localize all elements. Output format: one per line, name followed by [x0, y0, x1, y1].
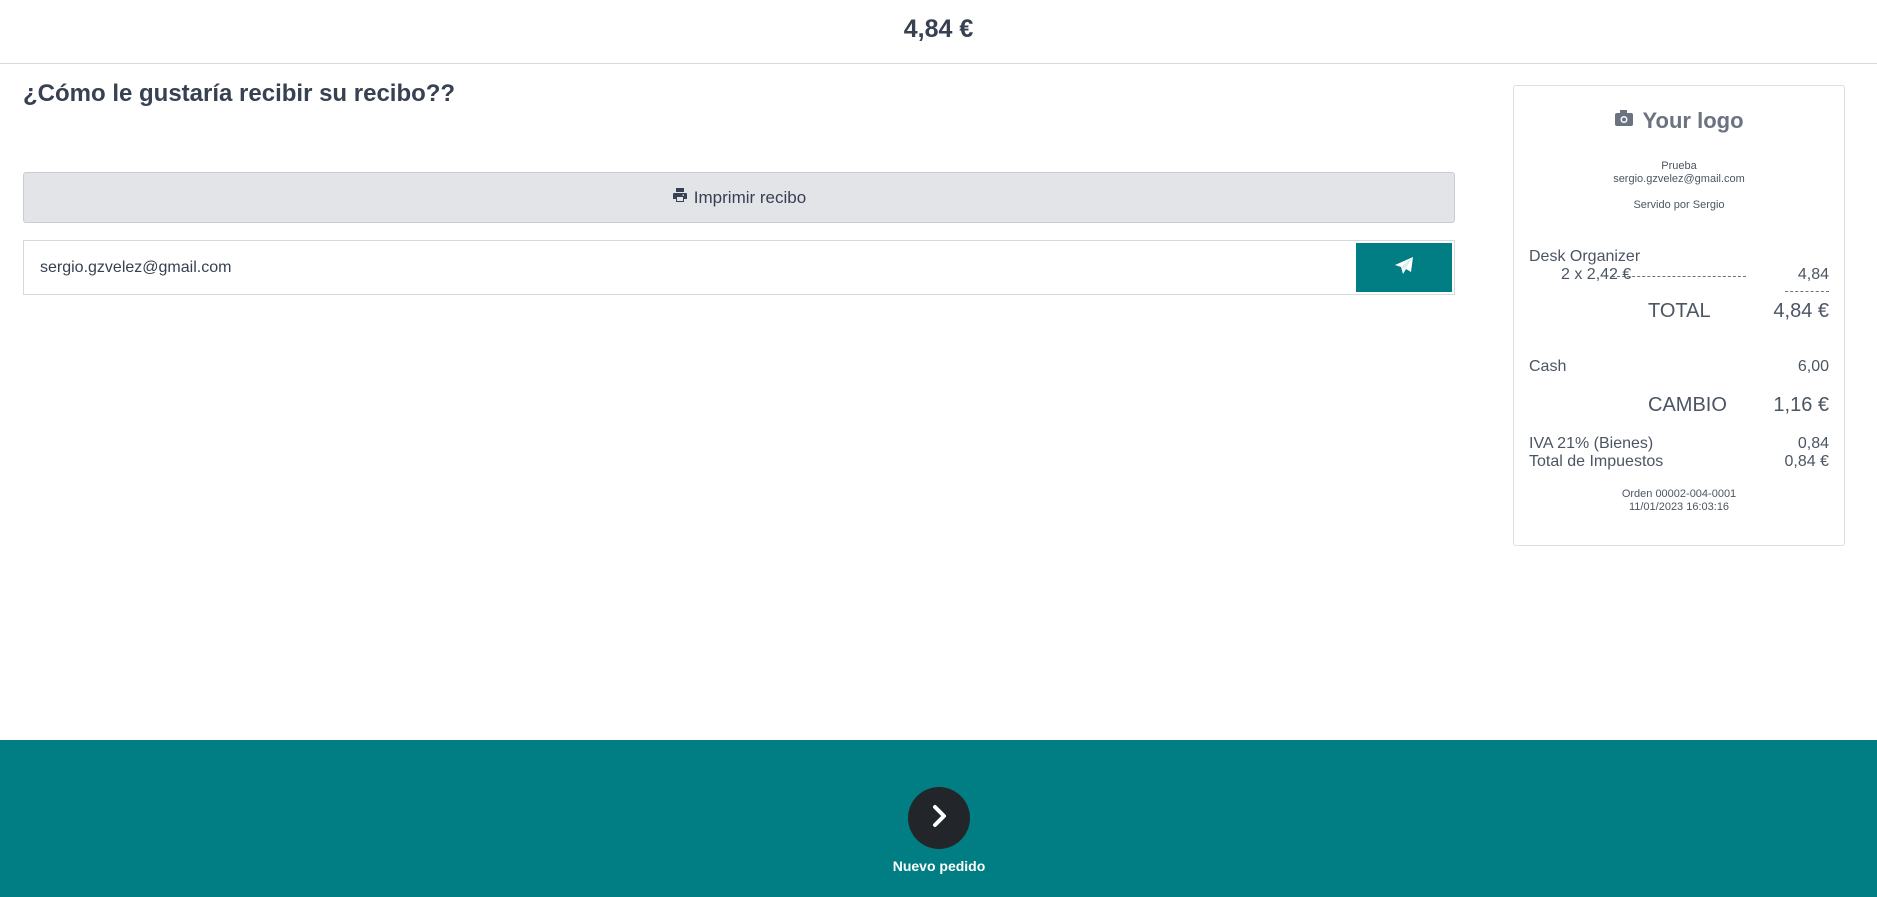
camera-icon: [1614, 108, 1634, 134]
page-title: ¿Cómo le gustaría recibir su recibo??: [23, 80, 456, 107]
receipt-payment-row: Cash 6,00: [1529, 358, 1829, 376]
tax-total-amount: 0,84 €: [1784, 453, 1829, 470]
payment-method: Cash: [1529, 358, 1567, 375]
paper-plane-icon: [1394, 256, 1414, 279]
footer-bar: Nuevo pedido: [0, 740, 1877, 897]
receipt-datetime: 11/01/2023 16:03:16: [1628, 501, 1730, 513]
print-receipt-label: Imprimir recibo: [693, 187, 807, 207]
chevron-right-icon: [927, 804, 951, 833]
send-email-button[interactable]: [1356, 243, 1452, 292]
receipt-company: Prueba: [1661, 160, 1697, 172]
product-qty-price: 2 x 2,42 €: [1561, 266, 1632, 283]
total-label: TOTAL: [1648, 300, 1711, 322]
tax-total-label: Total de Impuestos: [1529, 453, 1664, 470]
receipt-preview: Your logo Prueba sergio.gzvelez@gmail.co…: [1513, 85, 1845, 546]
receipt-logo-text: Your logo: [1642, 108, 1744, 133]
product-amount: 4,84: [1797, 266, 1829, 283]
new-order-label[interactable]: Nuevo pedido: [839, 858, 1039, 874]
print-receipt-button[interactable]: Imprimir recibo: [23, 172, 1455, 223]
receipt-sum-separator: [1785, 291, 1829, 292]
tax-amount: 0,84: [1797, 435, 1829, 452]
receipt-order-number: Orden 00002-004-0001: [1621, 488, 1737, 500]
payment-amount: 6,00: [1797, 358, 1829, 375]
product-name: Desk Organizer: [1529, 248, 1641, 265]
top-bar: 4,84 €: [0, 0, 1877, 64]
receipt-line-product: Desk Organizer: [1529, 248, 1829, 266]
change-value: 1,16 €: [1773, 394, 1829, 416]
new-order-button[interactable]: [908, 787, 970, 849]
change-label: CAMBIO: [1648, 394, 1727, 416]
email-row: [23, 240, 1455, 295]
receipt-total-row: TOTAL 4,84 €: [1529, 300, 1829, 323]
receipt-line-qty: 2 x 2,42 € 4,84: [1529, 266, 1829, 284]
email-input[interactable]: [24, 241, 1356, 294]
tax-label: IVA 21% (Bienes): [1529, 435, 1654, 452]
receipt-change-row: CAMBIO 1,16 €: [1529, 394, 1829, 417]
receipt-logo: Your logo: [1514, 108, 1844, 134]
total-amount: 4,84 €: [903, 15, 974, 43]
printer-icon: [672, 187, 688, 208]
receipt-company-email: sergio.gzvelez@gmail.com: [1613, 173, 1745, 185]
receipt-tax-total-row: Total de Impuestos 0,84 €: [1529, 453, 1829, 471]
receipt-served-by: Servido por Sergio: [1633, 199, 1725, 211]
receipt-tax-row: IVA 21% (Bienes) 0,84: [1529, 435, 1829, 453]
total-value: 4,84 €: [1773, 300, 1829, 322]
